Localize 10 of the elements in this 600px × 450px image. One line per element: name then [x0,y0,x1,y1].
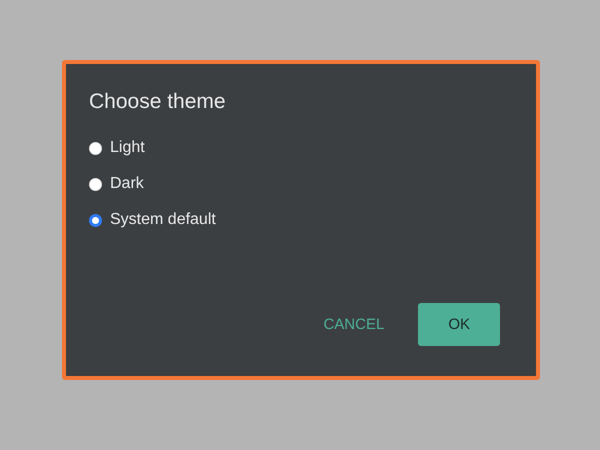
radio-option[interactable]: Dark [89,174,512,194]
option-label: Dark [110,175,144,193]
cancel-button[interactable]: CANCEL [303,303,404,346]
dialog-title: Choose theme [89,90,227,114]
radio-option[interactable]: Light [89,138,512,158]
option-label: Light [110,139,145,157]
option-label: System default [110,211,216,229]
ok-button[interactable]: OK [418,303,500,346]
radio-button[interactable] [89,214,102,226]
radio-option[interactable]: System default [89,210,512,230]
